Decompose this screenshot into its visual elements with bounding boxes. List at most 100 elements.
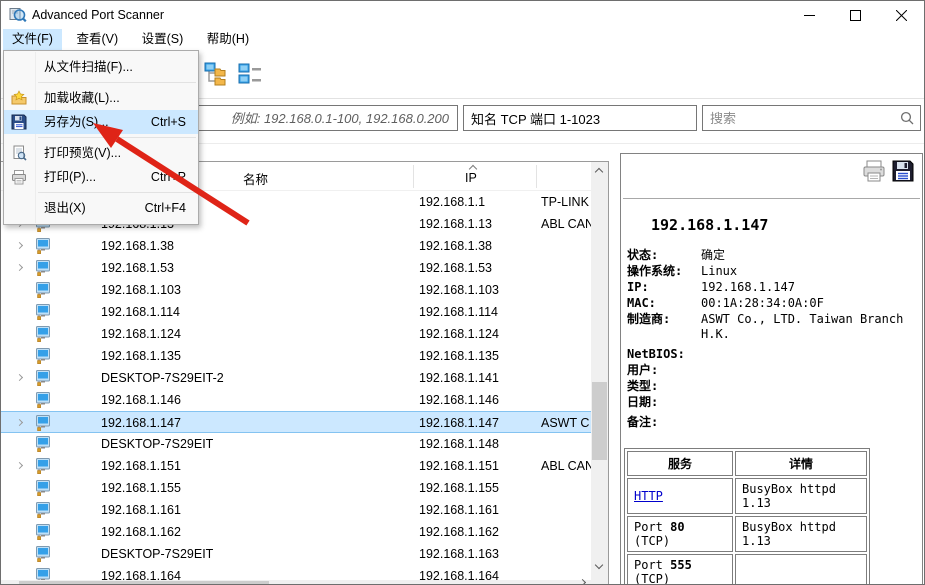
- device-name: 192.168.1.147: [101, 412, 181, 434]
- computer-icon: [35, 546, 51, 562]
- device-ip: 192.168.1.155: [419, 477, 499, 499]
- device-manufacturer: ASWT C: [541, 412, 591, 434]
- table-row[interactable]: 192.168.1.155192.168.1.155: [1, 477, 591, 499]
- computer-icon: [35, 326, 51, 342]
- list-view-icon: [238, 61, 264, 87]
- table-row[interactable]: 192.168.1.53192.168.1.53: [1, 257, 591, 279]
- services-table: 服务 详情 HTTPBusyBox httpd 1.13Port 80 (TCP…: [624, 448, 870, 585]
- tree-view-button[interactable]: [201, 57, 233, 91]
- scroll-up-icon[interactable]: [595, 168, 603, 176]
- computer-icon: [35, 370, 51, 386]
- table-row[interactable]: 192.168.1.151192.168.1.151ABL CAN: [1, 455, 591, 477]
- star-folder-icon: [11, 90, 27, 106]
- device-name: 192.168.1.161: [101, 499, 181, 521]
- device-ip: 192.168.1.135: [419, 345, 499, 367]
- device-name: 192.168.1.124: [101, 323, 181, 345]
- device-ip: 192.168.1.148: [419, 433, 499, 455]
- device-ip: 192.168.1.103: [419, 279, 499, 301]
- expand-chevron-icon[interactable]: [16, 419, 23, 426]
- expand-chevron-icon[interactable]: [16, 242, 23, 249]
- field-value: 00:1A:28:34:0A:0F: [701, 296, 915, 311]
- services-header-detail: 详情: [735, 451, 867, 476]
- print-preview-icon: [11, 145, 27, 161]
- field-value: 确定: [701, 248, 915, 263]
- host-fields: 状态:确定操作系统:LinuxIP:192.168.1.147MAC:00:1A…: [627, 248, 918, 431]
- expand-chevron-icon[interactable]: [16, 462, 23, 469]
- horizontal-scrollbar[interactable]: [1, 580, 591, 585]
- device-ip: 192.168.1.141: [419, 367, 499, 389]
- device-ip: 192.168.1.124: [419, 323, 499, 345]
- service-link[interactable]: HTTP: [634, 489, 663, 503]
- vertical-scrollbar[interactable]: [591, 162, 608, 575]
- service-name: Port 555 (TCP): [627, 554, 733, 585]
- app-icon: [8, 5, 27, 24]
- search-input[interactable]: [702, 105, 921, 131]
- scroll-right-icon[interactable]: [579, 579, 586, 585]
- app-window: Advanced Port Scanner 文件(F) 查看(V) 设置(S) …: [0, 0, 925, 585]
- expand-chevron-icon[interactable]: [16, 264, 23, 271]
- scrollbar-thumb[interactable]: [592, 382, 607, 460]
- field-label: 备注:: [627, 415, 701, 430]
- column-header-name[interactable]: 名称: [243, 169, 268, 188]
- detail-field: IP:192.168.1.147: [627, 280, 918, 295]
- tree-view-icon: [204, 61, 230, 87]
- menu-settings[interactable]: 设置(S): [133, 29, 193, 50]
- menu-separator: [38, 82, 196, 83]
- floppy-icon: [891, 159, 915, 183]
- close-button[interactable]: [878, 1, 924, 29]
- menu-file[interactable]: 文件(F): [3, 29, 62, 50]
- computer-icon: [35, 282, 51, 298]
- ports-input[interactable]: [463, 105, 697, 131]
- menu-help[interactable]: 帮助(H): [198, 29, 258, 50]
- computer-icon: [35, 502, 51, 518]
- column-header-ip[interactable]: IP: [465, 171, 477, 185]
- service-detail: BusyBox httpd 1.13: [735, 516, 867, 552]
- device-ip: 192.168.1.53: [419, 257, 492, 279]
- host-title: 192.168.1.147: [651, 216, 768, 234]
- device-ip: 192.168.1.161: [419, 499, 499, 521]
- maximize-button[interactable]: [832, 1, 878, 29]
- table-row[interactable]: 192.168.1.161 192.168.1.161: [1, 499, 591, 521]
- field-value: 192.168.1.147: [701, 280, 915, 295]
- table-row[interactable]: DESKTOP-7S29EIT192.168.1.148: [1, 433, 591, 455]
- device-name: 192.168.1.151: [101, 455, 181, 477]
- menu-item-print-preview[interactable]: 打印预览(V)...: [4, 141, 198, 165]
- scroll-down-icon[interactable]: [595, 561, 603, 569]
- scrollbar-corner: [591, 575, 608, 585]
- field-label: MAC:: [627, 296, 701, 311]
- column-divider: [536, 165, 537, 188]
- service-detail: [735, 554, 867, 585]
- table-row[interactable]: 192.168.1.38192.168.1.38: [1, 235, 591, 257]
- table-row[interactable]: 192.168.1.103192.168.1.103: [1, 279, 591, 301]
- table-row[interactable]: DESKTOP-7S29EIT-2192.168.1.141: [1, 367, 591, 389]
- table-row[interactable]: 192.168.1.146192.168.1.146: [1, 389, 591, 411]
- menu-item-scan-from-file[interactable]: 从文件扫描(F)...: [4, 55, 198, 79]
- table-row[interactable]: 192.168.1.162192.168.1.162: [1, 521, 591, 543]
- device-name: 192.168.1.146: [101, 389, 181, 411]
- device-name: 192.168.1.162: [101, 521, 181, 543]
- minimize-button[interactable]: [786, 1, 832, 29]
- magnifier-icon: [900, 111, 914, 125]
- list-view-button[interactable]: [235, 57, 267, 91]
- save-details-button[interactable]: [891, 159, 915, 183]
- table-row[interactable]: 192.168.1.135192.168.1.135: [1, 345, 591, 367]
- menu-view[interactable]: 查看(V): [67, 29, 127, 50]
- computer-icon: [35, 392, 51, 408]
- menu-item-save-as[interactable]: 另存为(S)... Ctrl+S: [4, 110, 198, 134]
- field-label: 日期:: [627, 395, 701, 410]
- menu-item-print[interactable]: 打印(P)... Ctrl+P: [4, 165, 198, 189]
- menu-item-load-favorites[interactable]: 加载收藏(L)...: [4, 86, 198, 110]
- menu-item-exit[interactable]: 退出(X) Ctrl+F4: [4, 196, 198, 220]
- table-row[interactable]: 192.168.1.147192.168.1.147ASWT C: [1, 411, 591, 433]
- expand-chevron-icon[interactable]: [16, 374, 23, 381]
- minimize-icon: [804, 10, 815, 21]
- table-row[interactable]: 192.168.1.124 192.168.1.124: [1, 323, 591, 345]
- service-name: HTTP: [627, 478, 733, 514]
- table-rows: 192.168.1.1TP-LINK192.168.1.13192.168.1.…: [1, 191, 591, 585]
- table-row[interactable]: DESKTOP-7S29EIT192.168.1.163: [1, 543, 591, 565]
- print-details-button[interactable]: [862, 159, 886, 183]
- table-row[interactable]: 192.168.1.114192.168.1.114: [1, 301, 591, 323]
- computer-icon: [35, 480, 51, 496]
- menu-separator: [38, 137, 196, 138]
- scrollbar-thumb[interactable]: [19, 581, 269, 585]
